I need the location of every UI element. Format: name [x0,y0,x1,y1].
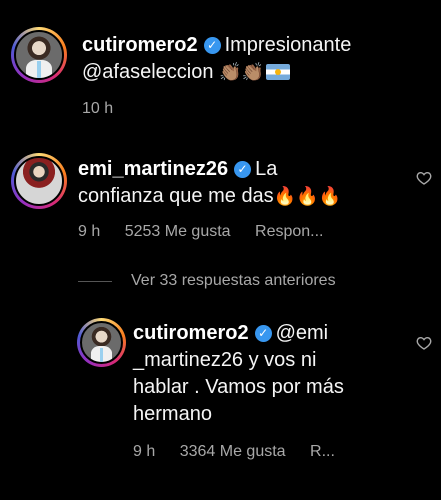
heart-icon[interactable] [416,170,432,186]
comment-meta: 9 h 5253 Me gusta Respon... [78,223,344,241]
reply-mention-part1[interactable]: @emi [276,322,329,344]
post-avatar[interactable] [11,27,67,83]
reply-text-line4: hermano [133,403,212,425]
comment-reply-button[interactable]: Respon... [255,223,323,240]
post-caption: cutiromero2 ✓ Impresionante @afaseleccion … [82,32,432,86]
comment-text-line2: confianza que me das [78,185,274,207]
verified-badge-icon: ✓ [203,37,221,54]
reply-text-line3: hablar . Vamos por más [133,376,344,398]
post-caption-line1: Impresionante [224,34,352,56]
reply-meta: 9 h 3364 Me gusta R... [133,443,355,461]
comment-time: 9 h [78,223,101,240]
reply-username[interactable]: cutiromero2 [133,322,249,344]
reply-text-after-mention: y vos ni [243,349,317,371]
reply-reply-button[interactable]: R... [310,443,335,460]
fire-emoji: 🔥🔥🔥 [273,186,341,206]
verified-badge-icon: ✓ [234,161,252,178]
comment-text-line1: La [255,158,278,180]
comment-text: emi_martinez26 ✓ La confianza que me das🔥🔥… [78,156,408,210]
comment-username[interactable]: emi_martinez26 [78,158,228,180]
comment-avatar[interactable] [11,153,67,209]
reply-mention-part2[interactable]: _martinez26 [133,349,243,371]
post-time: 10 h [82,100,114,117]
post-caption-line2[interactable]: @afaseleccion [82,61,213,83]
view-previous-replies[interactable]: Ver 33 respuestas anteriores [131,272,336,290]
clap-emoji: 👏🏽👏🏽 [219,62,264,82]
reply-time: 9 h [133,443,156,460]
comment-likes[interactable]: 5253 Me gusta [125,223,231,240]
verified-badge-icon: ✓ [254,325,272,342]
heart-icon[interactable] [416,335,432,351]
post-username[interactable]: cutiromero2 [82,34,198,56]
reply-text: cutiromero2 ✓ @emi _martinez26 y vos ni ha… [133,320,413,428]
reply-avatar[interactable] [77,318,126,367]
reply-likes[interactable]: 3364 Me gusta [180,443,286,460]
argentina-flag-icon [265,64,290,80]
replies-divider [78,281,112,282]
